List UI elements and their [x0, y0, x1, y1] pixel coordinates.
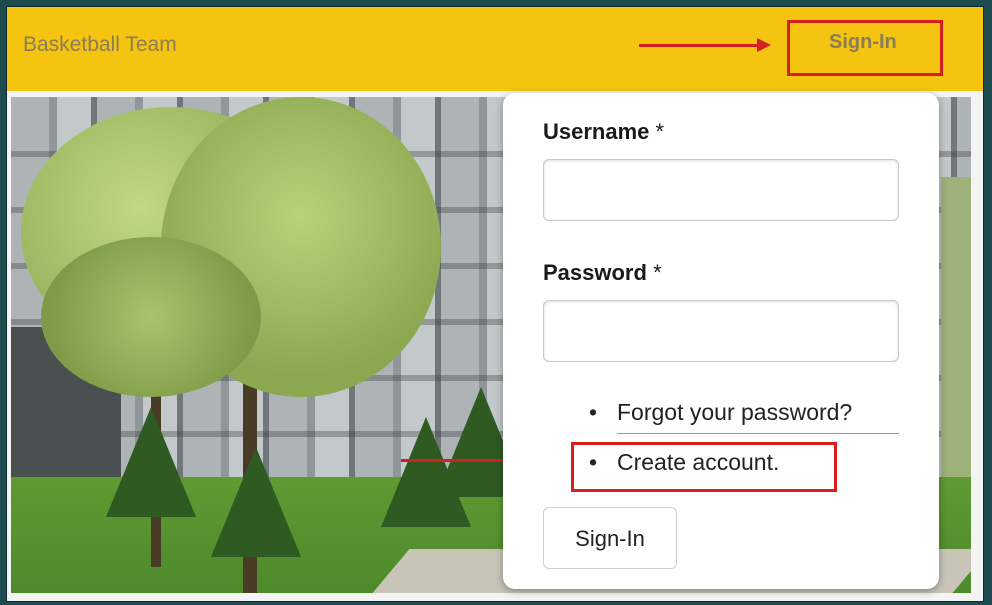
spruce-tree — [211, 447, 301, 557]
top-navbar: Basketball Team Sign-In — [7, 7, 983, 91]
bullet: • — [589, 449, 598, 475]
signin-submit-button[interactable]: Sign-In — [543, 507, 677, 569]
forgot-password-link[interactable]: Forgot your password? — [617, 399, 852, 426]
password-label: Password * — [543, 260, 662, 286]
required-marker: * — [653, 260, 662, 285]
link-divider — [617, 433, 899, 434]
create-account-link[interactable]: Create account. — [617, 449, 779, 476]
right-tree-edge — [941, 177, 971, 477]
annotation-arrow-signin — [639, 38, 771, 52]
username-label-text: Username — [543, 119, 650, 144]
bullet: • — [589, 399, 598, 425]
username-label: Username * — [543, 119, 664, 145]
username-input[interactable] — [543, 159, 899, 221]
brand-link[interactable]: Basketball Team — [23, 33, 177, 57]
spruce-tree — [106, 407, 196, 517]
tree-canopy — [41, 237, 261, 397]
signin-nav-link[interactable]: Sign-In — [829, 31, 897, 54]
password-input[interactable] — [543, 300, 899, 362]
app-window: Basketball Team Sign-In Username * Passw… — [6, 6, 984, 602]
login-dropdown-panel: Username * Password * • Forgot your pass… — [503, 93, 939, 589]
password-label-text: Password — [543, 260, 647, 285]
required-marker: * — [655, 119, 665, 144]
